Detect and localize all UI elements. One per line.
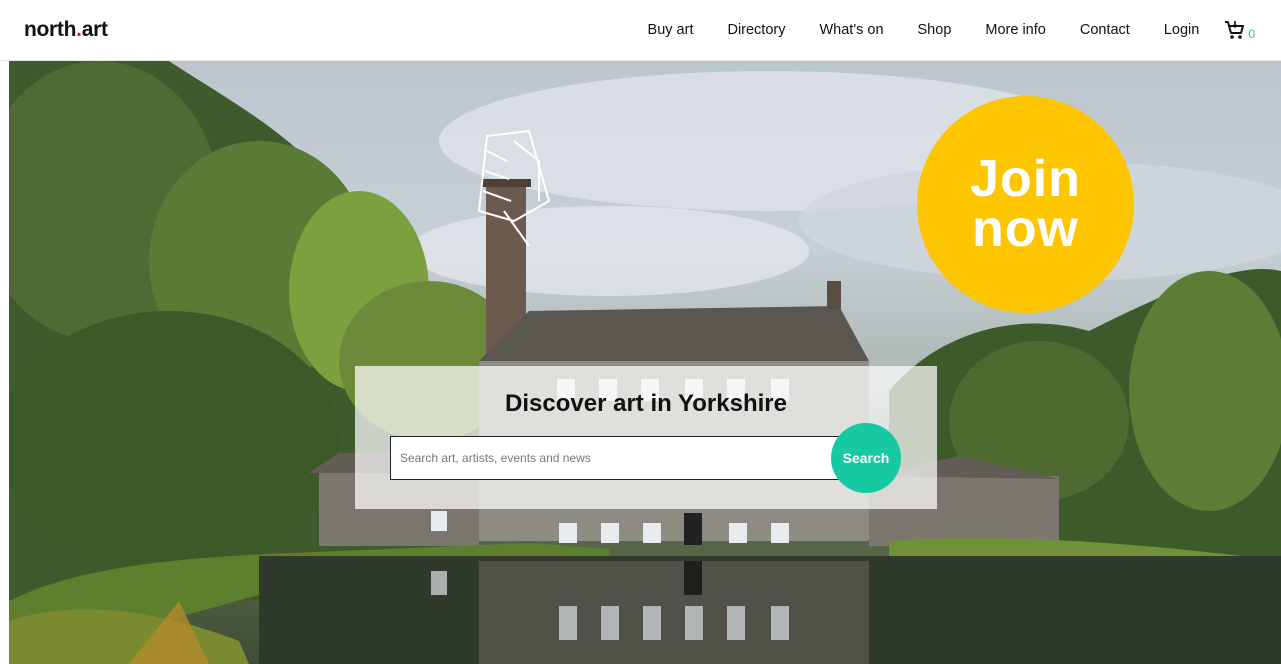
logo-text-main: north [24,18,77,41]
nav-buy-art[interactable]: Buy art [631,22,711,38]
nav-more-info[interactable]: More info [968,22,1062,38]
join-now-line1: Join [970,150,1081,209]
nav-directory[interactable]: Directory [710,22,802,38]
hero-banner: Join now Discover art in Yorkshire Searc… [9,61,1281,664]
nav-whats-on[interactable]: What's on [802,22,900,38]
nav-shop[interactable]: Shop [901,22,969,38]
main-nav: Buy art Directory What's on Shop More in… [631,20,1261,40]
nav-login[interactable]: Login [1147,22,1216,38]
nav-contact[interactable]: Contact [1063,22,1147,38]
search-input[interactable] [390,436,840,480]
join-now-line2: now [972,199,1079,258]
join-now-button[interactable]: Join now [917,96,1134,313]
cart-count: 0 [1248,27,1255,41]
site-logo[interactable]: north. art [24,18,108,42]
cart-icon [1225,21,1245,39]
search-panel: Discover art in Yorkshire Search [355,366,937,509]
cart-button[interactable]: 0 [1224,20,1261,40]
site-header: north. art Buy art Directory What's on Sh… [0,0,1281,61]
hero-title: Discover art in Yorkshire [505,390,787,417]
search-button[interactable]: Search [831,423,901,493]
logo-text-tail: art [81,18,108,41]
